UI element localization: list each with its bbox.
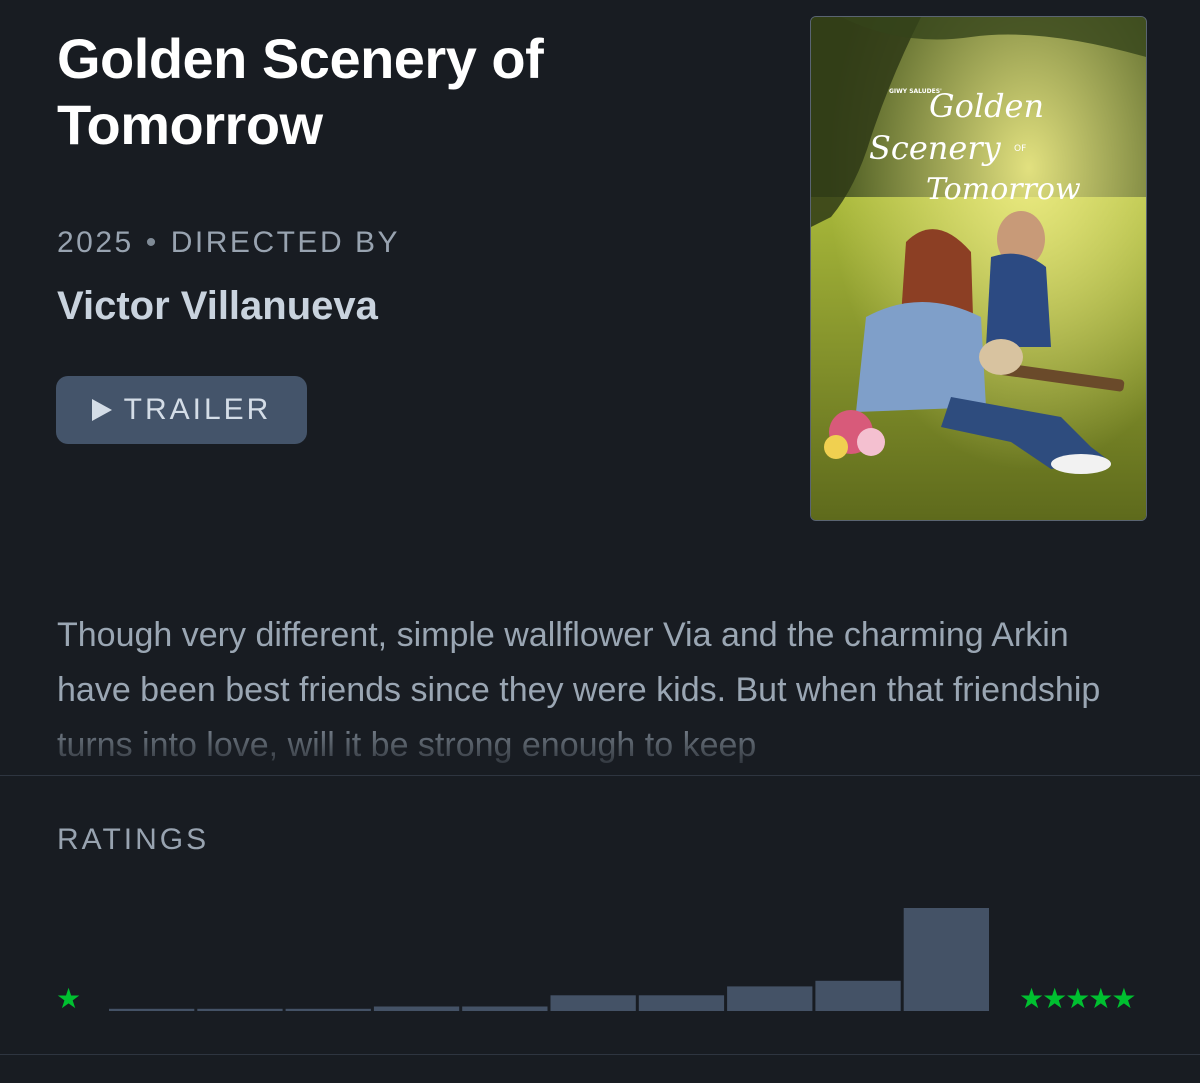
ratings-heading: RATINGS [57,823,210,856]
rating-bar-4[interactable] [727,986,813,1011]
poster-artwork: GIWY SALUDES' Golden Scenery OF Tomorrow [811,17,1146,520]
release-year[interactable]: 2025 [57,226,134,259]
meta-separator: • [145,226,159,259]
director-name[interactable]: Victor Villanueva [57,284,378,329]
rating-bar-2.5[interactable] [462,1006,548,1012]
film-meta: 2025 • DIRECTED BY [57,226,400,260]
rating-bar-0.5[interactable] [109,1008,195,1011]
section-divider-bottom [0,1054,1200,1055]
rating-bar-5[interactable] [903,908,989,1011]
film-title: Golden Scenery of Tomorrow [57,27,544,156]
film-synopsis[interactable]: Though very different, simple wallflower… [57,608,1147,768]
one-star-icon: ★ [56,983,82,1014]
poster-title-of: OF [1014,144,1026,154]
poster-title-line1: Golden [929,87,1044,125]
rating-bar-3.5[interactable] [638,995,725,1011]
poster-title-line2: Scenery [869,129,1002,167]
directed-by-label: DIRECTED BY [170,226,400,259]
rating-bar-4.5[interactable] [815,980,901,1011]
rating-bar-1[interactable] [197,1008,283,1011]
rating-bar-3[interactable] [550,995,636,1011]
trailer-button[interactable]: TRAILER [56,376,307,444]
section-divider [0,775,1200,776]
rating-bar-2[interactable] [373,1006,460,1012]
trailer-button-label: TRAILER [123,393,272,426]
five-star-icon: ★★★★★ [1019,983,1137,1014]
play-icon [91,399,112,421]
poster-title-line3: Tomorrow [926,172,1081,207]
film-poster[interactable]: GIWY SALUDES' Golden Scenery OF Tomorrow [810,16,1147,521]
rating-bar-1.5[interactable] [285,1008,371,1011]
